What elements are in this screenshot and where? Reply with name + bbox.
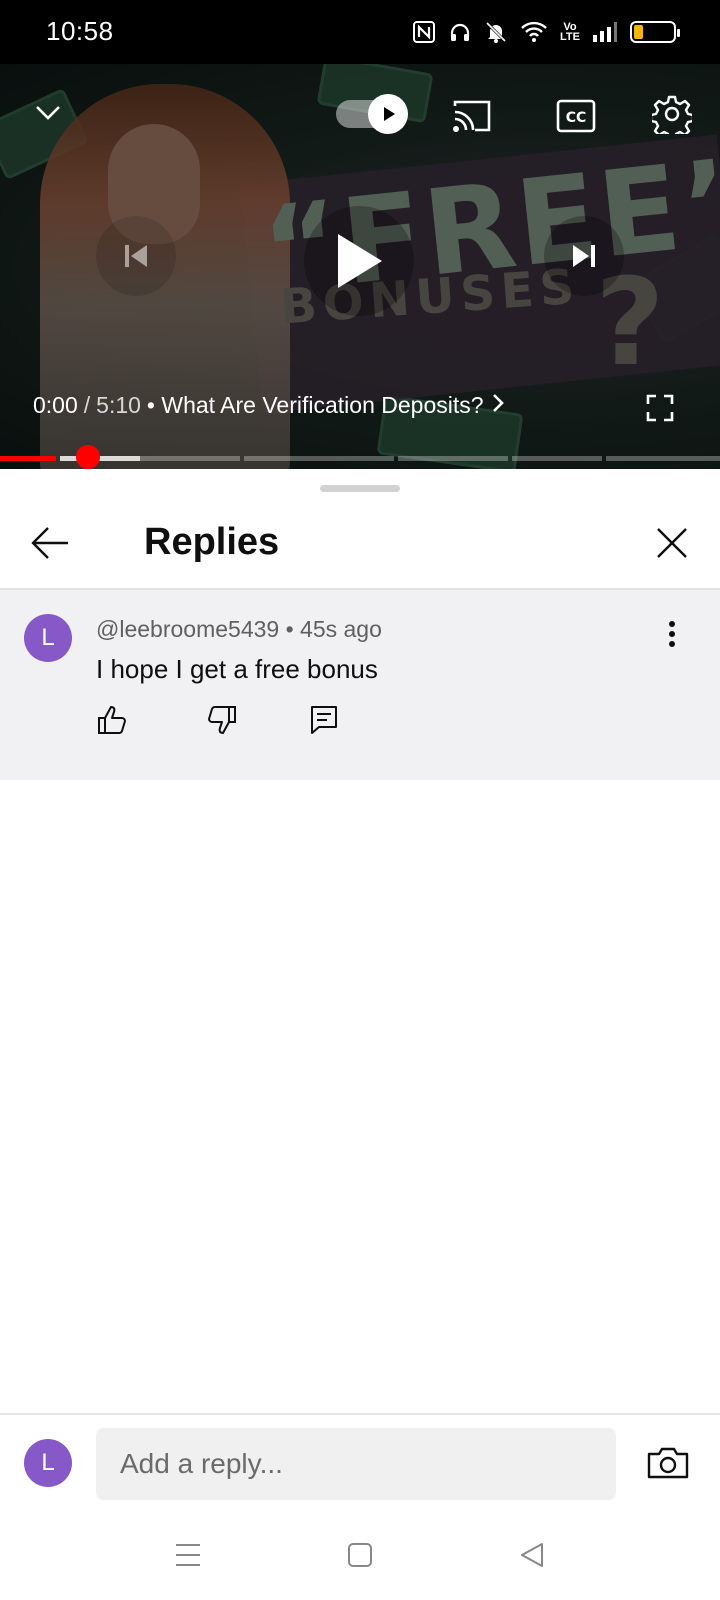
thumbs-down-icon <box>206 704 238 736</box>
drag-handle[interactable] <box>320 485 400 492</box>
user-avatar: L <box>24 1439 72 1487</box>
mute-icon <box>484 20 508 44</box>
square-icon <box>347 1542 373 1568</box>
comment-text: I hope I get a free bonus <box>96 654 378 684</box>
more-options-button[interactable] <box>656 612 688 656</box>
avatar[interactable]: L <box>24 614 72 662</box>
duration: 5:10 <box>96 392 141 418</box>
fullscreen-button[interactable] <box>636 388 684 428</box>
chevron-down-icon <box>33 97 63 127</box>
status-icons: Vo LTE <box>412 16 680 48</box>
arrow-left-icon <box>30 525 70 561</box>
triangle-back-icon <box>519 1542 545 1568</box>
time-display: 0:00 / 5:10 • What Are Verification Depo… <box>33 392 504 419</box>
svg-text:CC: CC <box>566 110 587 126</box>
played-bar <box>0 456 56 461</box>
fullscreen-icon <box>646 394 674 422</box>
wifi-icon <box>520 20 548 44</box>
chapter-segment <box>512 456 602 461</box>
status-time: 10:58 <box>46 16 114 46</box>
more-vert-icon <box>668 620 676 648</box>
reply-input[interactable] <box>96 1428 616 1500</box>
panel-title: Replies <box>144 521 280 563</box>
current-time: 0:00 <box>33 392 78 418</box>
system-nav-bar <box>0 1513 720 1600</box>
scrubber-handle[interactable] <box>76 445 100 469</box>
like-button[interactable] <box>92 700 132 740</box>
reply-bar: L <box>0 1415 720 1513</box>
recents-button[interactable] <box>168 1535 208 1575</box>
nfc-icon <box>412 20 436 44</box>
chapter-segment <box>244 456 394 461</box>
settings-button[interactable] <box>648 90 696 138</box>
skip-previous-icon <box>121 241 151 271</box>
back-button[interactable] <box>28 521 72 565</box>
comment-meta[interactable]: @leebroome5439 • 45s ago <box>96 616 382 643</box>
skip-next-icon <box>569 241 599 271</box>
menu-icon <box>175 1542 201 1568</box>
cast-button[interactable] <box>448 92 496 140</box>
next-button[interactable] <box>544 216 624 296</box>
chapter-segment <box>606 456 720 461</box>
autoplay-play-icon <box>368 94 408 134</box>
status-bar: 10:58 Vo LTE <box>0 0 720 64</box>
dislike-button[interactable] <box>202 700 242 740</box>
back-nav-button[interactable] <box>512 1535 552 1575</box>
play-button[interactable] <box>304 206 414 316</box>
time-separator: / <box>83 392 91 418</box>
camera-button[interactable] <box>646 1443 690 1483</box>
headphones-icon <box>448 20 472 44</box>
chevron-right-icon <box>492 392 504 419</box>
battery-level <box>634 25 643 39</box>
buffered-bar <box>60 456 140 461</box>
comment: L @leebroome5439 • 45s ago I hope I get … <box>0 590 720 780</box>
gear-icon <box>652 94 692 134</box>
signal-icon <box>592 21 618 43</box>
captions-button[interactable]: CC <box>552 92 600 140</box>
reply-button[interactable] <box>304 700 344 740</box>
cast-icon <box>451 98 493 134</box>
closed-captions-icon: CC <box>556 99 596 133</box>
screen: 10:58 Vo LTE “FREE” BONUSES ? CC 0:00 / … <box>0 0 720 1600</box>
close-icon <box>655 526 689 560</box>
chapter-segment <box>398 456 508 461</box>
replies-header: Replies <box>0 499 720 589</box>
camera-icon <box>647 1446 689 1480</box>
comment-icon <box>309 704 339 736</box>
progress-bar[interactable] <box>0 456 720 461</box>
home-button[interactable] <box>340 1535 380 1575</box>
video-player[interactable]: “FREE” BONUSES ? CC 0:00 / 5:10 • What A… <box>0 64 720 469</box>
minimize-button[interactable] <box>26 90 70 134</box>
play-icon <box>334 232 384 290</box>
close-button[interactable] <box>650 521 694 565</box>
chapter-title[interactable]: • What Are Verification Deposits? <box>147 392 484 419</box>
thumbs-up-icon <box>96 704 128 736</box>
battery-icon <box>630 21 680 43</box>
volte-icon: Vo LTE <box>560 21 580 43</box>
previous-button[interactable] <box>96 216 176 296</box>
